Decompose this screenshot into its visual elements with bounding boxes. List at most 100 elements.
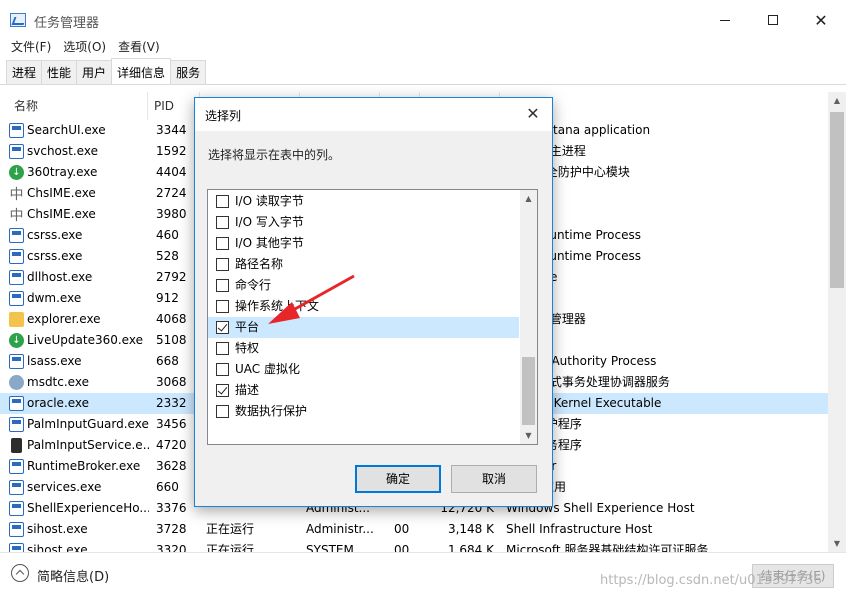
window-icon [9,228,24,243]
column-option[interactable]: I/O 写入字节 [208,212,519,233]
cell-description: 控制器应用 [506,477,828,498]
scroll-up-icon[interactable]: ▲ [520,190,537,207]
column-option-label: 平台 [235,320,260,334]
checkbox-icon[interactable] [216,237,229,250]
cell-name: sihost.exe [27,543,88,552]
window-icon [9,459,24,474]
checkbox-icon[interactable] [216,258,229,271]
scroll-down-icon[interactable]: ▼ [828,535,846,552]
window-icon [9,270,24,285]
cell-description: 统管理 [506,330,828,351]
cell-name: dwm.exe [27,291,82,305]
cell-description: oft 分布式事务处理协调器服务 [506,375,670,389]
checkbox-icon[interactable] [216,363,229,376]
checkbox-icon[interactable] [216,405,229,418]
cell-pid: 3068 [156,375,187,389]
cell-pid: 3628 [156,459,187,473]
cancel-button[interactable]: 取消 [451,465,537,493]
table-row[interactable]: sihost.exe 3728 正在运行 Administr... 00 3,148 K S… [0,519,828,540]
column-option[interactable]: 路径名称 [208,254,519,275]
ime-icon: 中 [9,207,24,224]
cell-name: PalmInputGuard.exe [27,417,149,431]
close-button[interactable]: ✕ [798,0,844,40]
cell-name: PalmInputService.e... [27,438,149,452]
menu-file[interactable]: 文件(F) [0,37,57,57]
cell-description: Microsoft 服务器基础结构许可证服务 [506,543,709,552]
table-scrollbar[interactable]: ▲ ▼ [828,92,846,552]
cell-name: msdtc.exe [27,375,89,389]
footer: 简略信息(D) 结束任务(E) https://blog.csdn.net/u0… [0,553,846,601]
tab-processes[interactable]: 进程 [6,60,43,84]
cell-name: SearchUI.exe [27,123,106,137]
column-option[interactable]: 操作系统上下文 [208,296,519,317]
task-manager-icon [10,13,26,27]
ime-icon: 中 [9,186,24,203]
cell-status: 正在运行 [206,522,255,536]
brief-info-button[interactable]: 简略信息(D) [37,566,109,585]
checkbox-checked-icon[interactable] [216,321,229,334]
column-option[interactable]: 平台 [208,317,519,338]
cell-name: csrss.exe [27,228,83,242]
cell-name: services.exe [27,480,102,494]
cell-cpu: 00 [394,543,410,552]
cell-pid: 460 [156,228,179,242]
column-option[interactable]: UAC 虚拟化 [208,359,519,380]
column-header-pid[interactable]: PID [148,92,200,120]
column-list-scrollbar[interactable]: ▲ ▼ [520,190,537,444]
cell-user: SYSTEM [306,543,354,552]
cell-name: csrss.exe [27,249,83,263]
cell-name: ShellExperienceHo... [27,501,149,515]
column-option[interactable]: 命令行 [208,275,519,296]
checkbox-icon[interactable] [216,300,229,313]
checkbox-icon[interactable] [216,195,229,208]
cell-pid: 3728 [156,522,187,536]
cell-description: erver Runtime Process [506,249,642,263]
tab-details[interactable]: 详细信息 [111,58,172,84]
tab-bar: 进程 性能 用户 详细信息 服务 [6,58,207,84]
checkbox-icon[interactable] [216,216,229,229]
minimize-button[interactable] [702,0,748,40]
column-option-label: I/O 写入字节 [235,215,304,229]
tab-performance[interactable]: 性能 [41,60,78,84]
column-option[interactable]: 描述 [208,380,519,401]
cell-name: ChsIME.exe [27,186,96,200]
cell-name: dllhost.exe [27,270,93,284]
scroll-thumb[interactable] [830,112,844,288]
cell-description: ws 资源管理器 [506,312,586,326]
ok-button[interactable]: 确定 [355,465,441,493]
menu-options[interactable]: 选项(O) [57,37,112,57]
cell-pid: 528 [156,249,179,263]
tabs-divider [0,84,846,85]
column-option[interactable]: I/O 读取字节 [208,191,519,212]
scroll-down-icon[interactable]: ▼ [520,427,537,444]
cell-memory: 3,148 K [447,522,494,536]
checkbox-icon[interactable] [216,279,229,292]
tab-services[interactable]: 服务 [170,60,207,84]
column-option[interactable]: 特权 [208,338,519,359]
cell-pid: 660 [156,480,179,494]
cell-pid: 4068 [156,312,187,326]
menu-view[interactable]: 查看(V) [112,37,166,57]
cell-description: oft IME [506,204,828,225]
scroll-thumb[interactable] [522,357,535,425]
table-row[interactable]: sihost.exe 3320 正在运行 SYSTEM 00 1,684 K Microso… [0,540,828,552]
watermark: https://blog.csdn.net/u013397736 [600,573,822,588]
dialog-close-button[interactable]: ✕ [522,104,544,124]
cell-description: e Broker [506,456,828,477]
checkbox-icon[interactable] [216,342,229,355]
checkbox-checked-icon[interactable] [216,384,229,397]
window-icon [9,501,24,516]
cell-pid: 3320 [156,543,187,552]
maximize-button[interactable] [750,0,796,40]
column-header-name[interactable]: 名称 [0,92,148,120]
column-option[interactable]: 数据执行保护 [208,401,519,422]
column-option[interactable]: I/O 其他字节 [208,233,519,254]
cell-description: ecurity Authority Process [506,354,657,368]
cell-status: 正在运行 [206,543,255,552]
cell-pid: 1592 [156,144,187,158]
collapse-icon[interactable] [11,564,29,582]
scroll-up-icon[interactable]: ▲ [828,92,846,109]
tab-users[interactable]: 用户 [76,60,113,84]
cell-pid: 3376 [156,501,187,515]
window-icon [9,249,24,264]
